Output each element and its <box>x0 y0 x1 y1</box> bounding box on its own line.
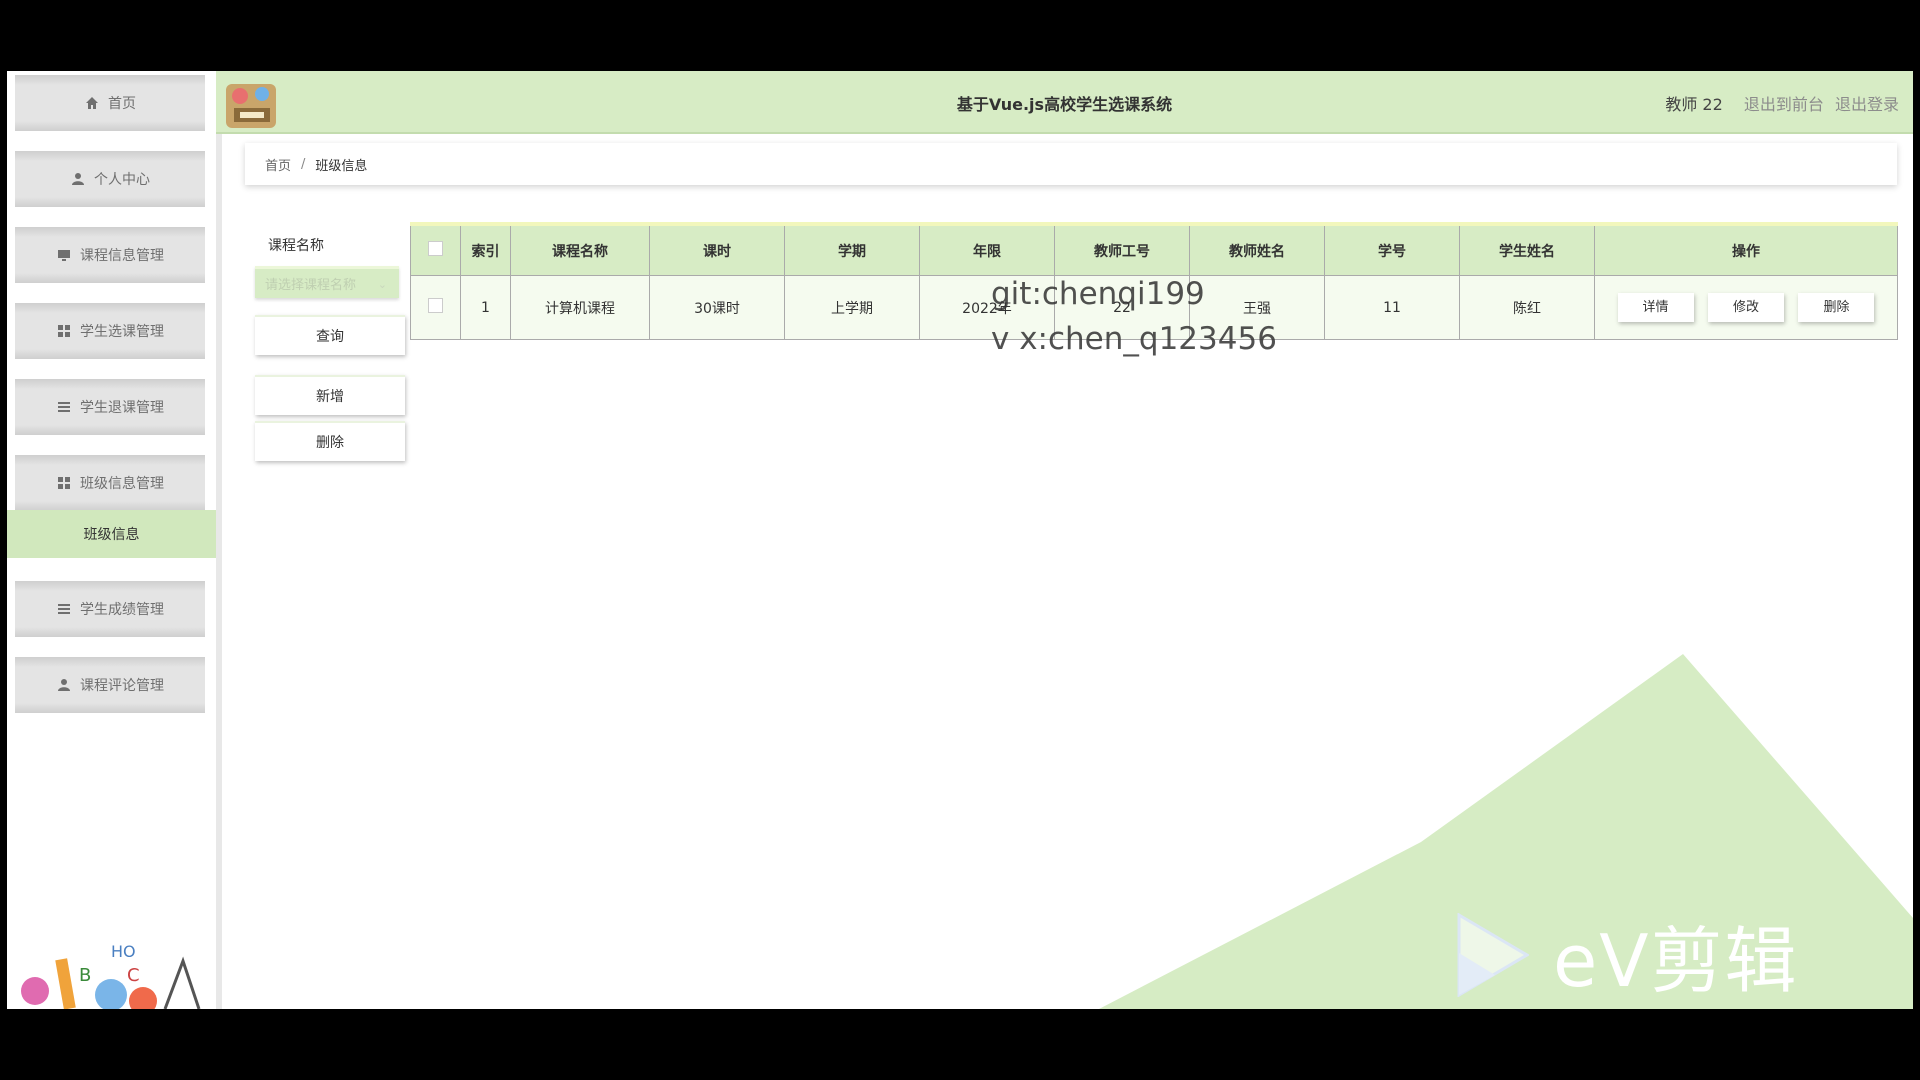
cell-student-id: 11 <box>1324 275 1460 340</box>
breadcrumb-separator: / <box>301 156 306 172</box>
exit-to-front-link[interactable]: 退出到前台 <box>1744 95 1824 114</box>
sidebar-item-label: 班级信息管理 <box>80 476 164 492</box>
top-header: 基于Vue.js高校学生选课系统 教师 22 退出到前台 退出登录 <box>216 71 1913 134</box>
app-title: 基于Vue.js高校学生选课系统 <box>956 95 1173 114</box>
sidebar-subitem-class-info[interactable]: 班级信息 <box>7 510 216 558</box>
breadcrumb: 首页 / 班级信息 <box>245 143 1897 185</box>
monitor-icon <box>56 247 72 263</box>
delete-button[interactable]: 删除 <box>1798 293 1875 322</box>
cell-student-name: 陈红 <box>1459 275 1595 340</box>
sidebar-item-course-withdrawal[interactable]: 学生退课管理 <box>15 379 205 435</box>
chevron-down-icon: ⌄ <box>377 278 387 291</box>
background-decoration <box>1099 654 1913 1009</box>
sidebar-item-label: 首页 <box>108 96 136 112</box>
cell-hours: 30课时 <box>649 275 785 340</box>
batch-delete-button[interactable]: 删除 <box>255 421 405 461</box>
sidebar-item-profile[interactable]: 个人中心 <box>15 151 205 207</box>
column-header: 操作 <box>1594 223 1898 276</box>
user-info: 教师 22 退出到前台 退出登录 <box>1665 91 1899 115</box>
breadcrumb-current: 班级信息 <box>315 158 368 174</box>
column-header: 年限 <box>919 223 1055 276</box>
cell-actions: 详情 修改 删除 <box>1594 275 1898 340</box>
breadcrumb-home[interactable]: 首页 <box>265 155 291 174</box>
column-header: 课时 <box>649 223 785 276</box>
list-icon <box>56 399 72 415</box>
query-button[interactable]: 查询 <box>255 315 405 355</box>
education-doodle-image: HO B C <box>21 942 201 1009</box>
username: 教师 22 <box>1665 95 1723 114</box>
cell-term: 上学期 <box>784 275 920 340</box>
sidebar-item-label: 课程评论管理 <box>80 678 164 694</box>
ev-watermark: eV剪辑 <box>1455 902 1799 1007</box>
table-header-row: 索引 课程名称 课时 学期 年限 教师工号 教师姓名 学号 学生姓名 操作 <box>410 223 1898 276</box>
cell-index: 1 <box>460 275 511 340</box>
app-window: eV剪辑 首页 个人中心 课程信息管理 学生选课管理 学生退课管理 班级信息管理… <box>7 71 1913 1009</box>
sidebar-item-home[interactable]: 首页 <box>15 75 205 131</box>
course-name-select[interactable]: 请选择课程名称 ⌄ <box>255 266 399 298</box>
sidebar-item-label: 学生成绩管理 <box>80 602 164 618</box>
sidebar: 首页 个人中心 课程信息管理 学生选课管理 学生退课管理 班级信息管理 班级信息… <box>7 71 222 1009</box>
column-header: 学号 <box>1324 223 1460 276</box>
select-all-header <box>410 223 461 276</box>
sidebar-item-course-comments[interactable]: 课程评论管理 <box>15 657 205 713</box>
edit-button[interactable]: 修改 <box>1708 293 1784 322</box>
watermark-line-2: v x:chen_q123456 <box>991 321 1277 357</box>
list-icon <box>56 601 72 617</box>
detail-button[interactable]: 详情 <box>1617 293 1694 322</box>
add-button[interactable]: 新增 <box>255 375 405 415</box>
sidebar-item-label: 学生退课管理 <box>80 400 164 416</box>
watermark-line-1: git:chenqi199 <box>991 276 1205 312</box>
user-icon <box>70 171 86 187</box>
sidebar-item-label: 课程信息管理 <box>80 248 164 264</box>
grid-icon <box>56 475 72 491</box>
ev-brand-text: eV剪辑 <box>1553 919 1799 1003</box>
select-placeholder: 请选择课程名称 <box>265 278 357 293</box>
home-icon <box>84 95 100 111</box>
select-all-checkbox[interactable] <box>428 241 443 256</box>
svg-text:B: B <box>79 965 91 986</box>
column-header: 教师工号 <box>1054 223 1190 276</box>
row-select-cell <box>410 275 461 340</box>
column-header: 学生姓名 <box>1459 223 1595 276</box>
column-header: 索引 <box>460 223 511 276</box>
sidebar-item-label: 个人中心 <box>94 172 150 188</box>
sidebar-subitem-label: 班级信息 <box>83 527 140 543</box>
column-header: 学期 <box>784 223 920 276</box>
row-checkbox[interactable] <box>428 298 443 313</box>
course-name-label: 课程名称 <box>268 238 324 254</box>
cell-course: 计算机课程 <box>510 275 650 340</box>
user-icon <box>56 677 72 693</box>
sidebar-item-course-selection[interactable]: 学生选课管理 <box>15 303 205 359</box>
sidebar-item-grades[interactable]: 学生成绩管理 <box>15 581 205 637</box>
sidebar-item-label: 学生选课管理 <box>80 324 164 340</box>
column-header: 课程名称 <box>510 223 650 276</box>
sidebar-item-class-info[interactable]: 班级信息管理 <box>15 455 205 511</box>
grid-icon <box>56 323 72 339</box>
column-header: 教师姓名 <box>1189 223 1325 276</box>
sidebar-item-course-info[interactable]: 课程信息管理 <box>15 227 205 283</box>
play-logo-icon <box>1457 912 1529 997</box>
svg-text:C: C <box>127 965 140 986</box>
svg-text:HO: HO <box>111 942 136 961</box>
logout-link[interactable]: 退出登录 <box>1835 95 1899 114</box>
